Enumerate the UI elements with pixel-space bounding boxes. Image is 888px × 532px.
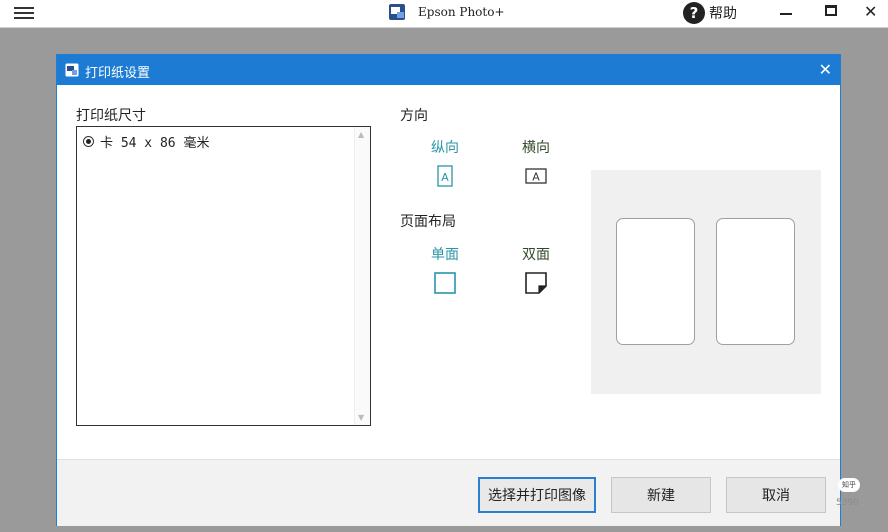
preview-card-back xyxy=(716,218,795,345)
single-sided-icon xyxy=(434,272,456,294)
question-circle-icon: ? xyxy=(683,2,705,24)
paper-size-item-label: 卡 54 x 86 毫米 xyxy=(100,136,210,151)
landscape-icon: A xyxy=(525,168,547,184)
cancel-button[interactable]: 取消 xyxy=(726,477,826,513)
window-close-icon[interactable]: ✕ xyxy=(864,2,877,21)
list-scrollbar[interactable]: ▲ ▼ xyxy=(354,127,370,425)
svg-text:A: A xyxy=(441,171,449,184)
paper-settings-dialog: 打印纸设置 ✕ 打印纸尺寸 卡 54 x 86 毫米 ▲ ▼ 方向 纵向 A 横… xyxy=(56,54,841,526)
page-layout-label: 页面布局 xyxy=(400,214,456,230)
orientation-landscape-option[interactable]: 横向 A xyxy=(511,137,561,184)
layout-single-option[interactable]: 单面 xyxy=(420,244,470,294)
radio-selected-icon[interactable] xyxy=(83,136,94,147)
dialog-title: 打印纸设置 xyxy=(85,66,151,81)
dialog-title-bar: 打印纸设置 ✕ xyxy=(57,55,840,85)
dialog-app-icon xyxy=(65,63,79,77)
preview-card-front xyxy=(616,218,695,345)
paper-size-label: 打印纸尺寸 xyxy=(76,108,146,124)
scroll-up-icon[interactable]: ▲ xyxy=(358,130,364,139)
orientation-label: 方向 xyxy=(400,108,428,124)
scroll-down-icon[interactable]: ▼ xyxy=(358,413,364,422)
paper-size-item[interactable]: 卡 54 x 86 毫米 xyxy=(83,132,209,151)
help-button[interactable]: ? 帮助 xyxy=(683,1,737,25)
new-button[interactable]: 新建 xyxy=(611,477,711,513)
portrait-label: 纵向 xyxy=(431,140,459,156)
single-sided-label: 单面 xyxy=(431,247,459,263)
portrait-icon: A xyxy=(437,165,453,187)
svg-text:A: A xyxy=(532,171,540,184)
landscape-label: 横向 xyxy=(522,140,550,156)
watermark-text: 5390 xyxy=(836,498,859,508)
menu-hamburger-icon[interactable] xyxy=(14,4,34,22)
epson-photo-app-icon xyxy=(389,4,405,20)
dialog-close-icon[interactable]: ✕ xyxy=(819,60,832,79)
app-title-bar: Epson Photo+ ? 帮助 ✕ xyxy=(0,0,888,28)
maximize-icon[interactable] xyxy=(825,5,837,16)
dialog-footer: 选择并打印图像 新建 取消 xyxy=(57,459,840,526)
layout-preview xyxy=(591,170,821,394)
watermark-badge: 知乎 xyxy=(838,478,860,492)
paper-size-list[interactable]: 卡 54 x 86 毫米 ▲ ▼ xyxy=(76,126,371,426)
app-title: Epson Photo+ xyxy=(418,5,505,19)
select-and-print-button[interactable]: 选择并打印图像 xyxy=(478,477,596,513)
help-label: 帮助 xyxy=(709,6,737,22)
double-sided-label: 双面 xyxy=(522,247,550,263)
double-sided-icon xyxy=(525,272,547,294)
orientation-portrait-option[interactable]: 纵向 A xyxy=(420,137,470,187)
minimize-icon[interactable] xyxy=(780,13,792,15)
layout-double-option[interactable]: 双面 xyxy=(511,244,561,294)
